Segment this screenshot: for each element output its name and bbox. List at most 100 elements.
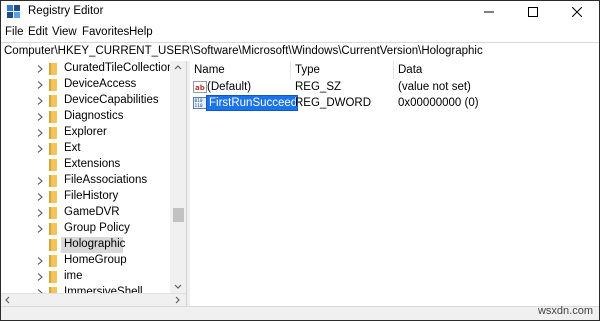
chevron-right-icon[interactable] xyxy=(37,81,43,89)
tree-item-ime[interactable]: ime xyxy=(1,269,171,285)
string-value-icon: ab xyxy=(193,81,207,93)
chevron-right-icon[interactable] xyxy=(37,97,43,105)
registry-editor-app-icon xyxy=(7,5,20,18)
chevron-right-icon[interactable] xyxy=(37,273,43,281)
tree-item-holographic[interactable]: Holographic xyxy=(1,237,171,253)
folder-icon xyxy=(49,175,57,187)
column-header-name[interactable]: Name xyxy=(190,61,290,79)
scroll-down-icon[interactable] xyxy=(170,280,186,293)
value-type: REG_SZ xyxy=(295,81,342,93)
menu-favorites[interactable]: Favorites xyxy=(82,26,129,38)
maximize-button[interactable] xyxy=(511,1,555,23)
svg-text:110: 110 xyxy=(195,103,203,109)
scroll-right-icon[interactable] xyxy=(172,295,182,305)
folder-icon xyxy=(49,239,57,251)
chevron-right-icon[interactable] xyxy=(37,193,43,201)
status-bar: wsxdn.com xyxy=(1,305,599,320)
address-path[interactable]: Computer\HKEY_CURRENT_USER\Software\Micr… xyxy=(4,45,483,57)
registry-editor-window: Registry Editor File Edit View Favorites… xyxy=(0,0,600,321)
tree-horizontal-scrollbar[interactable] xyxy=(1,293,186,307)
tree-item-label: Diagnostics xyxy=(64,110,124,122)
tree-item-label: Holographic xyxy=(64,238,126,250)
chevron-right-icon[interactable] xyxy=(37,177,43,185)
value-name: (Default) xyxy=(207,81,252,93)
close-icon xyxy=(572,7,582,17)
chevron-right-icon[interactable] xyxy=(37,225,43,233)
folder-icon xyxy=(49,127,57,139)
chevron-right-icon[interactable] xyxy=(37,145,43,153)
close-button[interactable] xyxy=(555,1,599,23)
value-row[interactable]: 010 110 FirstRunSucceed... REG_DWORD 0x0… xyxy=(190,95,599,111)
chevron-right-icon[interactable] xyxy=(37,65,43,73)
column-header-type-label: Type xyxy=(295,64,320,76)
title-bar[interactable]: Registry Editor xyxy=(1,1,599,23)
tree-item-label: FileHistory xyxy=(64,190,119,202)
folder-icon xyxy=(49,271,57,283)
minimize-button[interactable] xyxy=(467,1,511,23)
tree-item-label: Explorer xyxy=(64,126,107,138)
folder-icon xyxy=(49,79,57,91)
maximize-icon xyxy=(528,7,538,17)
tree-item-devicecapabilities[interactable]: DeviceCapabilities xyxy=(1,93,171,109)
tree-item-fileassociations[interactable]: FileAssociations xyxy=(1,173,171,189)
window-title: Registry Editor xyxy=(28,5,104,17)
menu-view[interactable]: View xyxy=(52,26,77,38)
address-bar[interactable]: Computer\HKEY_CURRENT_USER\Software\Micr… xyxy=(1,42,599,62)
folder-icon xyxy=(49,223,57,235)
tree-item-explorer[interactable]: Explorer xyxy=(1,125,171,141)
folder-icon xyxy=(49,95,57,107)
folder-icon xyxy=(49,159,57,171)
tree-item-label: Extensions xyxy=(64,158,121,170)
chevron-right-icon[interactable] xyxy=(37,257,43,265)
tree-item-label: ime xyxy=(64,270,83,282)
column-header-name-label: Name xyxy=(194,64,225,76)
folder-icon xyxy=(49,143,57,155)
tree-item-group-policy[interactable]: Group Policy xyxy=(1,221,171,237)
column-header-type[interactable]: Type xyxy=(291,61,393,79)
watermark-text: wsxdn.com xyxy=(537,305,593,317)
tree-vertical-scrollbar[interactable] xyxy=(170,61,186,293)
rename-value-input[interactable]: FirstRunSucceed... xyxy=(206,95,298,111)
tree-item-label: Group Policy xyxy=(64,222,130,234)
tree-item-label: HomeGroup xyxy=(64,254,127,266)
value-data: (value not set) xyxy=(398,81,471,93)
tree-item-label: DeviceAccess xyxy=(64,78,137,90)
column-header-data-label: Data xyxy=(398,64,423,76)
scroll-thumb[interactable] xyxy=(173,208,184,222)
tree-item-label: DeviceCapabilities xyxy=(64,94,159,106)
tree-item-extensions[interactable]: Extensions xyxy=(1,157,171,173)
tree-item-filehistory[interactable]: FileHistory xyxy=(1,189,171,205)
chevron-right-icon[interactable] xyxy=(37,209,43,217)
minimize-icon xyxy=(484,11,494,13)
folder-icon xyxy=(49,207,57,219)
value-type: REG_DWORD xyxy=(295,97,372,109)
folder-icon xyxy=(49,63,57,75)
tree-item-homegroup[interactable]: HomeGroup xyxy=(1,253,171,269)
tree-item-ext[interactable]: Ext xyxy=(1,141,171,157)
scroll-up-icon[interactable] xyxy=(170,61,186,74)
key-tree: CuratedTileCollections DeviceAccess Device… xyxy=(1,61,186,301)
values-pane: Name Type Data ab (Default) REG_SZ (valu… xyxy=(190,61,599,306)
dword-value-icon: 010 110 xyxy=(193,97,207,109)
scroll-left-icon[interactable] xyxy=(3,295,13,305)
tree-item-label: GameDVR xyxy=(64,206,120,218)
svg-text:ab: ab xyxy=(195,84,205,92)
tree-item-label: Ext xyxy=(64,142,81,154)
menu-bar: File Edit View Favorites Help xyxy=(1,23,599,42)
folder-icon xyxy=(49,111,57,123)
chevron-right-icon[interactable] xyxy=(37,129,43,137)
tree-item-curatedtilecollections[interactable]: CuratedTileCollections xyxy=(1,61,179,77)
tree-item-deviceaccess[interactable]: DeviceAccess xyxy=(1,77,171,93)
value-data: 0x00000000 (0) xyxy=(398,97,479,109)
tree-item-label: FileAssociations xyxy=(64,174,148,186)
folder-icon xyxy=(49,255,57,267)
tree-item-gamedvr[interactable]: GameDVR xyxy=(1,205,171,221)
tree-item-diagnostics[interactable]: Diagnostics xyxy=(1,109,171,125)
tree-item-label: CuratedTileCollections xyxy=(64,62,180,74)
menu-edit[interactable]: Edit xyxy=(28,26,48,38)
menu-file[interactable]: File xyxy=(5,26,24,38)
column-header-data[interactable]: Data xyxy=(394,61,594,79)
value-row[interactable]: ab (Default) REG_SZ (value not set) xyxy=(190,79,599,95)
chevron-right-icon[interactable] xyxy=(37,113,43,121)
menu-help[interactable]: Help xyxy=(129,26,153,38)
